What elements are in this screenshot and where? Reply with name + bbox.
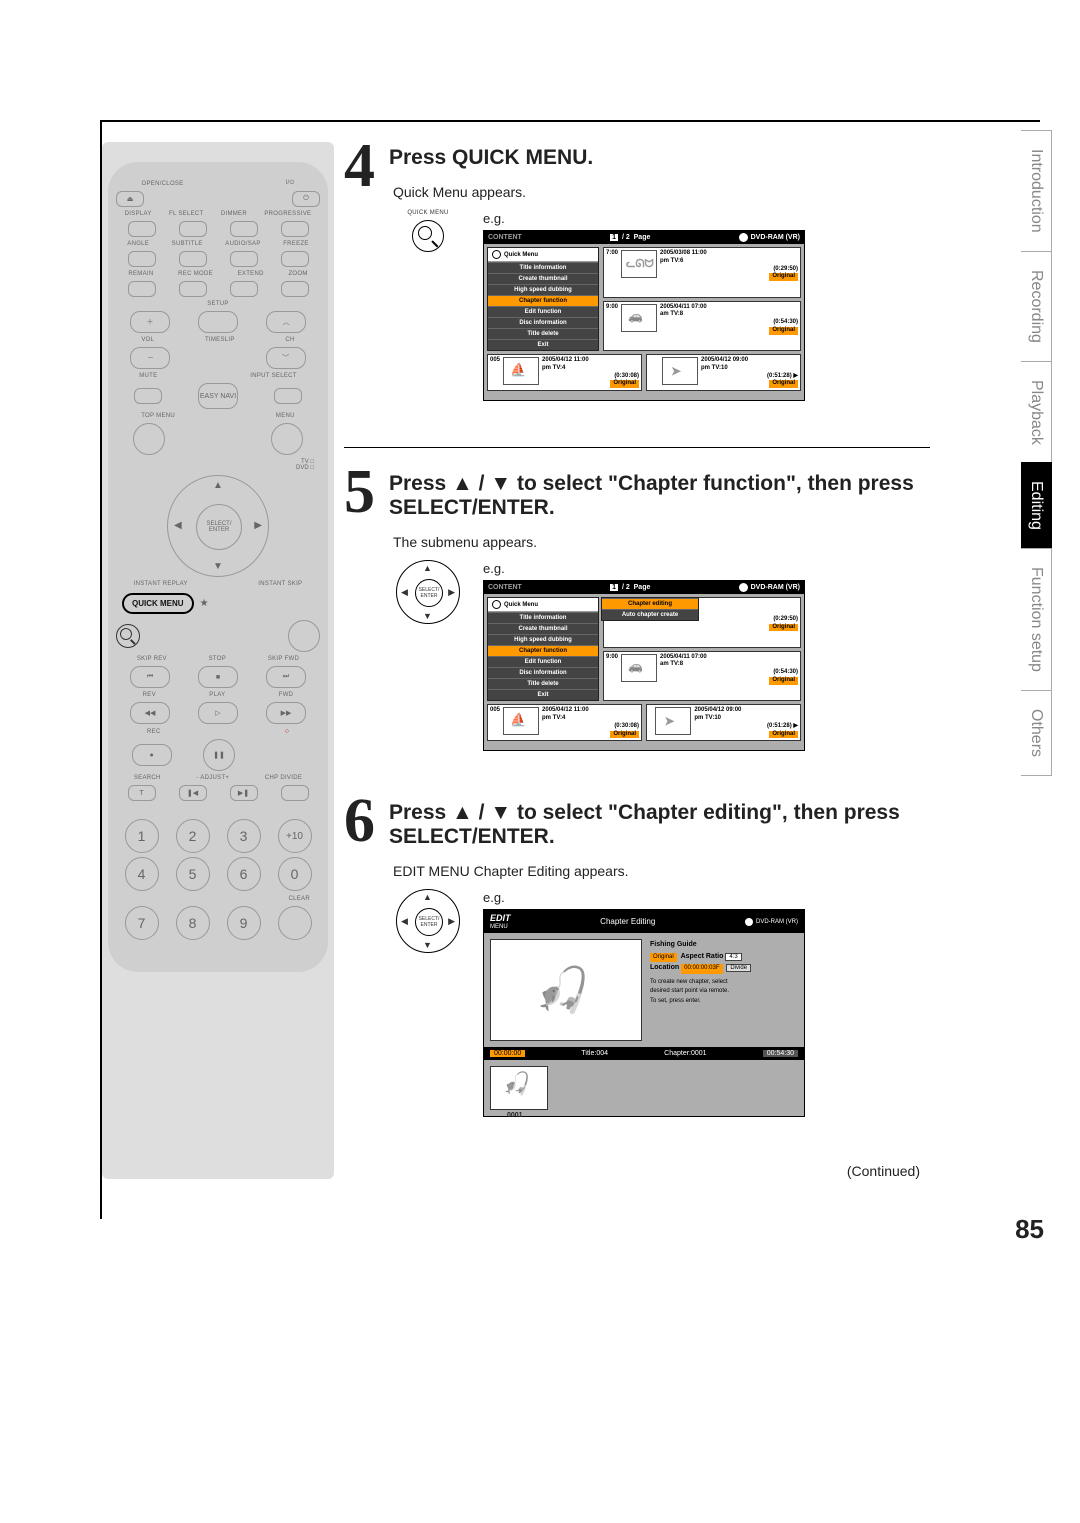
dpad: ▲ ▼ ◀ ▶ SELECT/ ENTER — [167, 475, 269, 577]
step-body: The submenu appears. — [393, 534, 930, 550]
osd-edit-menu: EDITMENU Chapter Editing DVD-RAM (VR) Fi… — [483, 909, 805, 1117]
skip-rev-icon: ⏮ — [130, 666, 170, 688]
tab-playback: Playback — [1021, 361, 1052, 464]
eject-icon: ⏏ — [116, 191, 144, 207]
step-number: 4 — [344, 142, 375, 401]
step-4: 4 Press QUICK MENU. Quick Menu appears. … — [344, 142, 930, 401]
step-5: 5 Press ▲ / ▼ to select "Chapter functio… — [344, 468, 930, 751]
step-body: Quick Menu appears. — [393, 184, 930, 200]
quick-menu-icon — [116, 624, 140, 648]
quick-menu-list: Quick Menu Title information Create thum… — [487, 247, 599, 351]
quick-menu-icon — [412, 220, 444, 252]
example-label: e.g. — [483, 561, 505, 576]
preview-frame — [490, 939, 642, 1041]
remote-illustration: OPEN/CLOSEI/⏻ ⏏⏻ DISPLAYFL SELECTDIMMERP… — [102, 142, 334, 1179]
osd-quick-menu-submenu: CONTENT 1 / 2 Page DVD-RAM (VR) Quick Me… — [483, 580, 805, 751]
section-tabs: Introduction Recording Playback Editing … — [1021, 130, 1052, 775]
stop-icon: ■ — [198, 666, 238, 688]
tab-introduction: Introduction — [1021, 130, 1052, 252]
tab-recording: Recording — [1021, 251, 1052, 362]
vol-up: ＋ — [130, 311, 170, 333]
dpad-icon: ▲▼ ◀▶ SELECT/ ENTER — [396, 889, 460, 953]
tab-others: Others — [1021, 690, 1052, 776]
step-title: Press ▲ / ▼ to select "Chapter function"… — [389, 472, 930, 520]
power-icon: ⏻ — [292, 191, 320, 207]
quick-menu-label: QUICK MENU — [122, 593, 194, 614]
play-icon: ▷ — [198, 702, 238, 724]
step-title: Press QUICK MENU. — [389, 146, 930, 170]
content-frame: OPEN/CLOSEI/⏻ ⏏⏻ DISPLAYFL SELECTDIMMERP… — [100, 120, 1040, 1219]
osd-quick-menu: CONTENT 1 / 2 Page DVD-RAM (VR) Quick Me… — [483, 230, 805, 401]
ch-up: ︿ — [266, 311, 306, 333]
step-number: 6 — [344, 797, 375, 1117]
example-label: e.g. — [483, 890, 505, 905]
chapter-strip: 0001 — [490, 1066, 548, 1110]
step-number: 5 — [344, 468, 375, 751]
step-title: Press ▲ / ▼ to select "Chapter editing",… — [389, 801, 930, 849]
tab-editing: Editing — [1021, 462, 1052, 549]
rev-icon: ◀◀ — [130, 702, 170, 724]
fwd-icon: ▶▶ — [266, 702, 306, 724]
chapter-submenu: Chapter editing Auto chapter create — [601, 597, 699, 621]
step-body: EDIT MENU Chapter Editing appears. — [393, 863, 930, 879]
continued-label: (Continued) — [344, 1163, 930, 1179]
page-number: 85 — [1015, 1214, 1044, 1245]
step-6: 6 Press ▲ / ▼ to select "Chapter editing… — [344, 797, 930, 1117]
skip-fwd-icon: ⏭ — [266, 666, 306, 688]
instructions: 4 Press QUICK MENU. Quick Menu appears. … — [344, 142, 1000, 1179]
dpad-icon: ▲▼ ◀▶ SELECT/ ENTER — [396, 560, 460, 624]
tab-function-setup: Function setup — [1021, 548, 1052, 691]
pause-icon: ❚❚ — [203, 739, 235, 771]
timeslip-button — [198, 311, 238, 333]
quick-menu-list: Quick Menu Title information Create thum… — [487, 597, 599, 701]
example-label: e.g. — [483, 211, 505, 226]
